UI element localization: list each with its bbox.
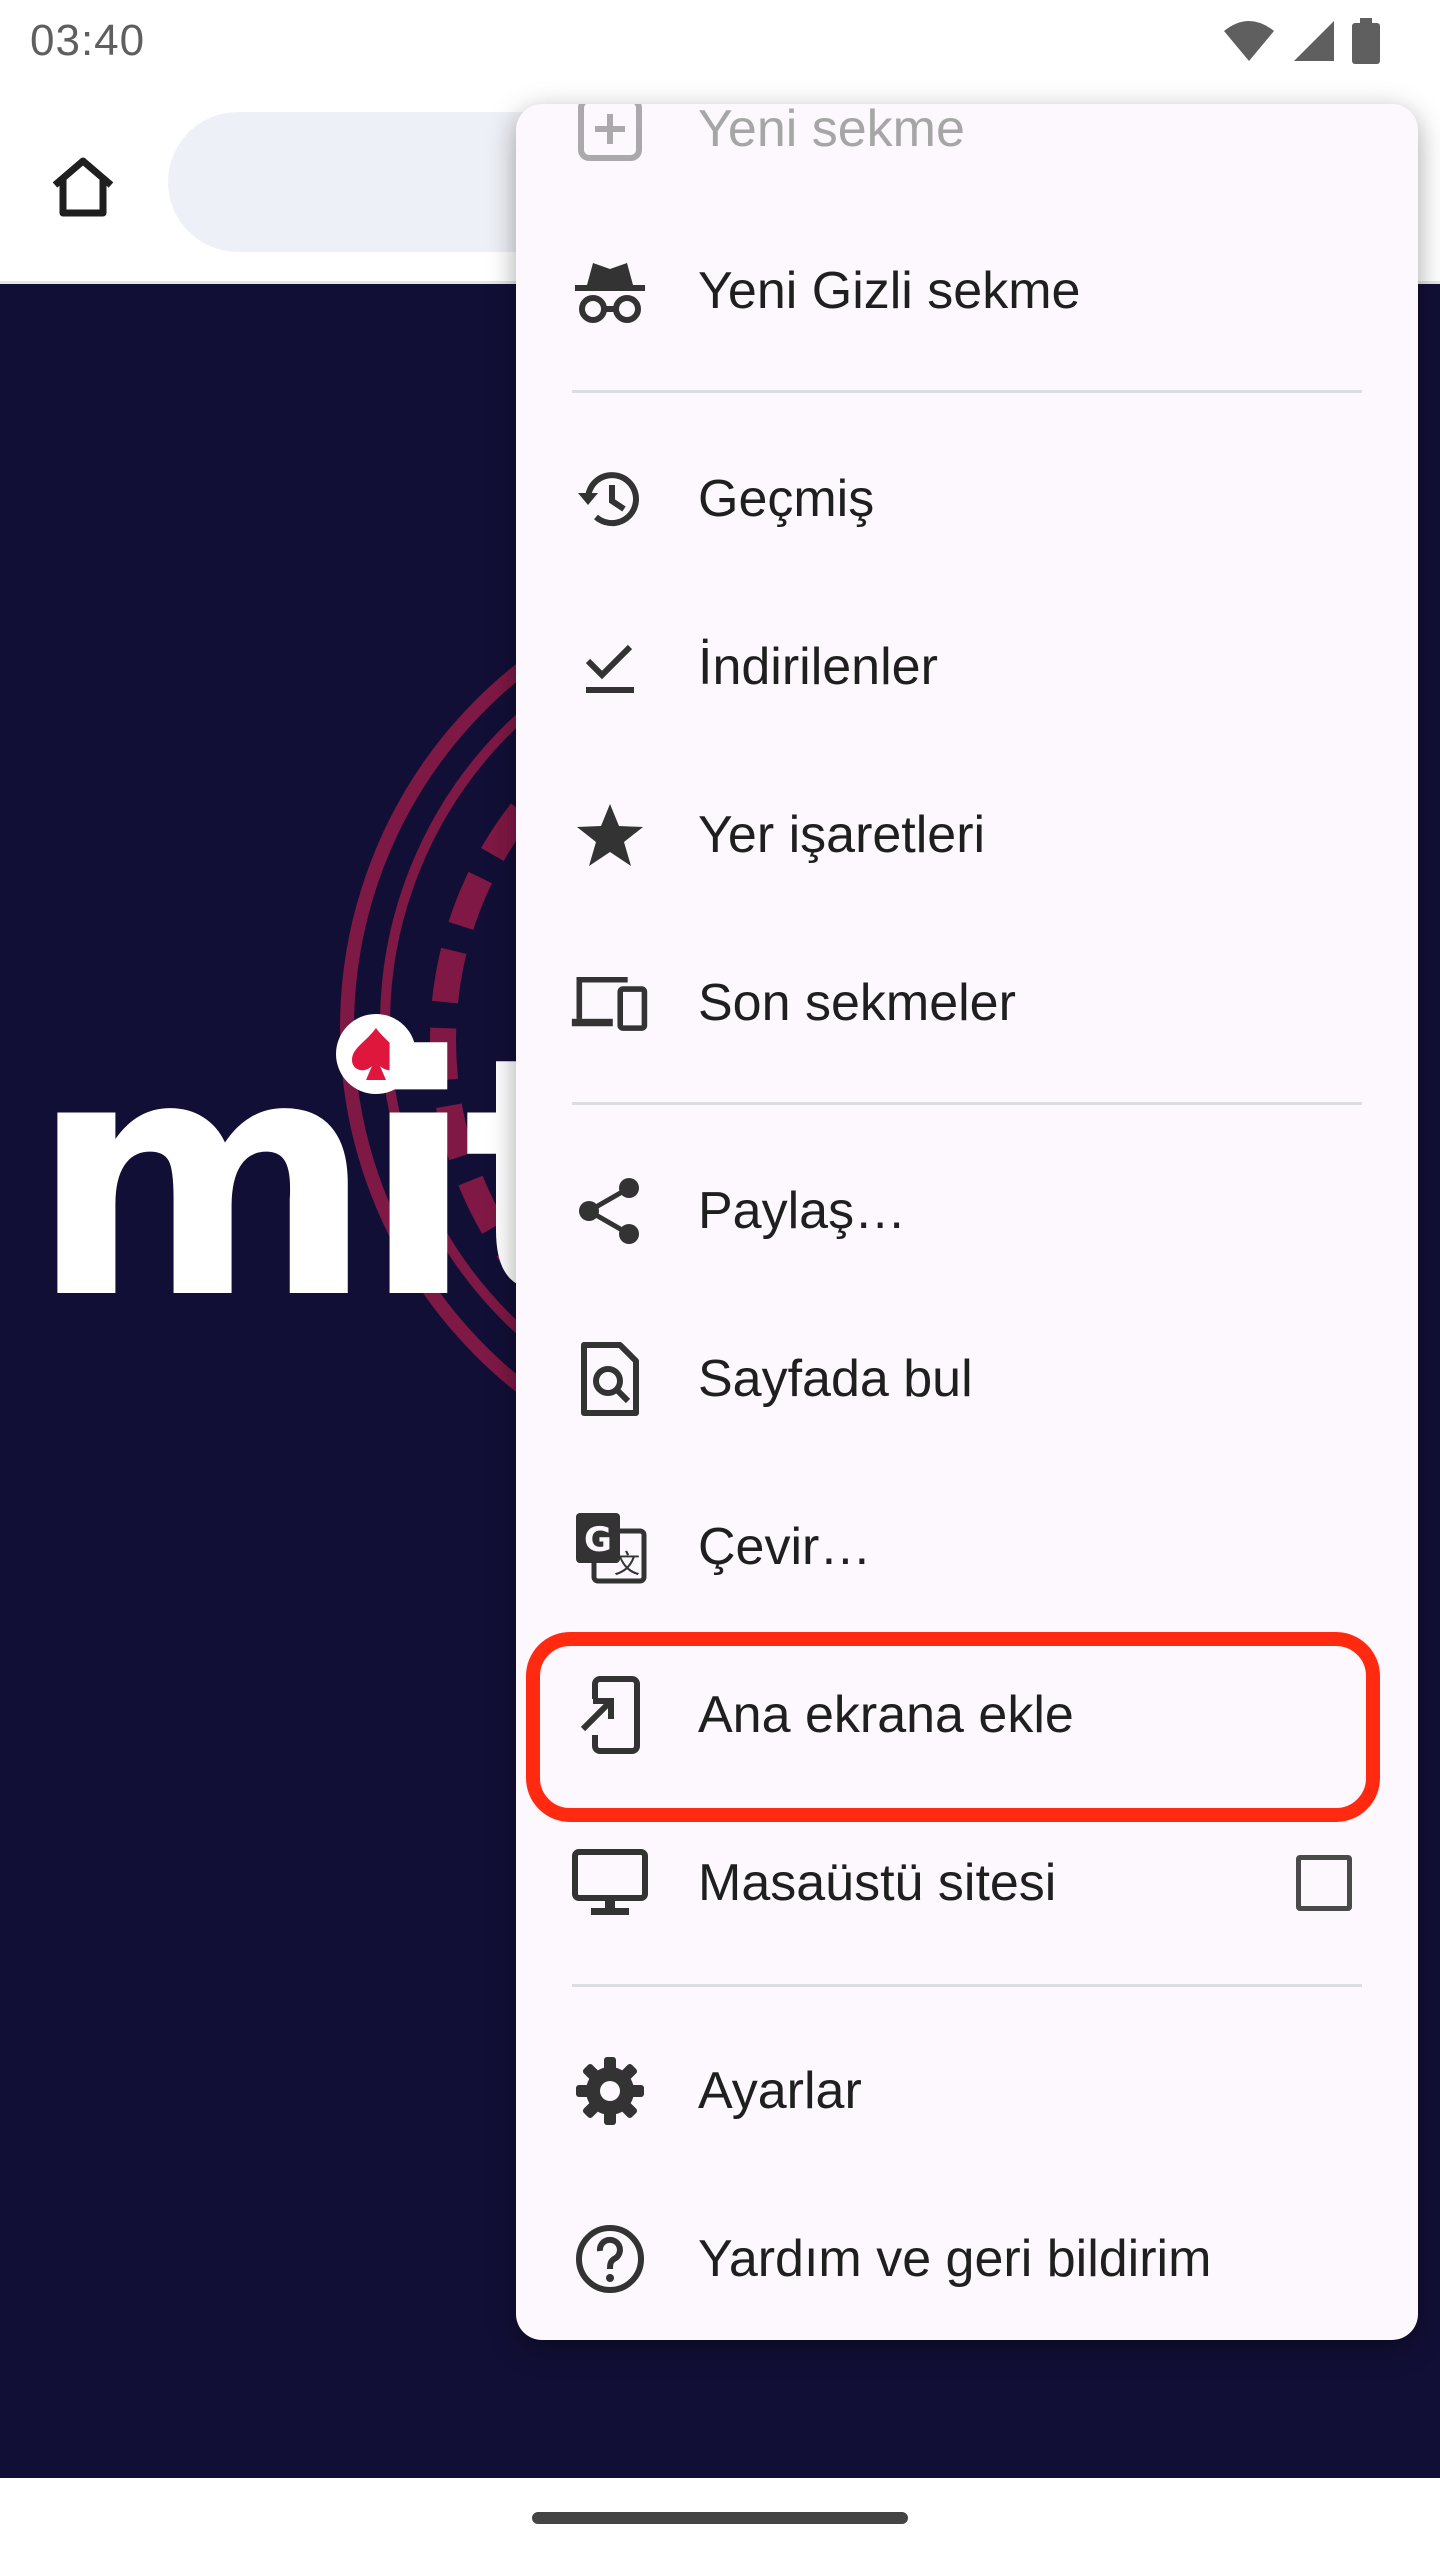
status-time: 03:40 [30,16,146,65]
gear-icon [570,2051,650,2131]
status-bar: 03:40 [0,0,1440,88]
menu-item-new-tab[interactable]: Yeni sekme [516,104,1418,204]
translate-icon: G文 [570,1507,650,1587]
menu-item-share[interactable]: Paylaş… [516,1136,1418,1286]
menu-divider [572,1984,1362,1987]
download-check-icon [570,627,650,707]
gesture-handle[interactable] [532,2512,908,2524]
menu-item-label: Yeni sekme [698,104,965,158]
menu-item-label: Yer işaretleri [698,806,986,864]
menu-item-find-in-page[interactable]: Sayfada bul [516,1304,1418,1454]
menu-item-desktop-site[interactable]: Masaüstü sitesi [516,1808,1418,1958]
highlight-box [526,1632,1380,1822]
home-button[interactable] [42,148,124,230]
home-icon [49,155,117,224]
new-tab-icon [570,104,650,169]
menu-item-settings[interactable]: Ayarlar [516,2016,1418,2166]
menu-item-label: Sayfada bul [698,1350,973,1408]
menu-divider [572,1102,1362,1105]
desktop-icon [570,1843,650,1923]
menu-item-label: Yeni Gizli sekme [698,262,1081,320]
menu-item-label: Paylaş… [698,1182,907,1240]
history-icon [570,459,650,539]
incognito-icon [570,251,650,331]
menu-divider [572,390,1362,393]
menu-item-label: İndirilenler [698,638,938,696]
devices-icon [570,963,650,1043]
menu-item-bookmarks[interactable]: Yer işaretleri [516,760,1418,910]
menu-item-label: Son sekmeler [698,974,1016,1032]
wifi-icon [1222,19,1276,68]
help-icon [570,2219,650,2299]
star-icon [570,795,650,875]
find-in-page-icon [570,1339,650,1419]
menu-item-label: Çevir… [698,1518,872,1576]
menu-item-label: Ayarlar [698,2062,862,2120]
menu-item-label: Yardım ve geri bildirim [698,2230,1212,2288]
status-icons [1222,18,1380,69]
menu-item-translate[interactable]: G文 Çevir… [516,1472,1418,1622]
menu-item-history[interactable]: Geçmiş [516,424,1418,574]
share-icon [570,1171,650,1251]
menu-item-help-feedback[interactable]: Yardım ve geri bildirim [516,2184,1418,2334]
menu-item-label: Geçmiş [698,470,875,528]
desktop-site-checkbox[interactable] [1296,1855,1352,1911]
svg-text:G: G [584,1520,612,1560]
battery-icon [1352,18,1380,69]
navigation-bar [0,2478,1440,2560]
signal-icon [1292,19,1336,68]
svg-text:文: 文 [614,1550,640,1580]
browser-overflow-menu: Yeni sekme Yeni Gizli sekme Geçmiş İndir… [516,104,1418,2340]
menu-item-downloads[interactable]: İndirilenler [516,592,1418,742]
menu-item-new-incognito-tab[interactable]: Yeni Gizli sekme [516,216,1418,366]
menu-item-recent-tabs[interactable]: Son sekmeler [516,928,1418,1078]
menu-item-label: Masaüstü sitesi [698,1854,1057,1912]
